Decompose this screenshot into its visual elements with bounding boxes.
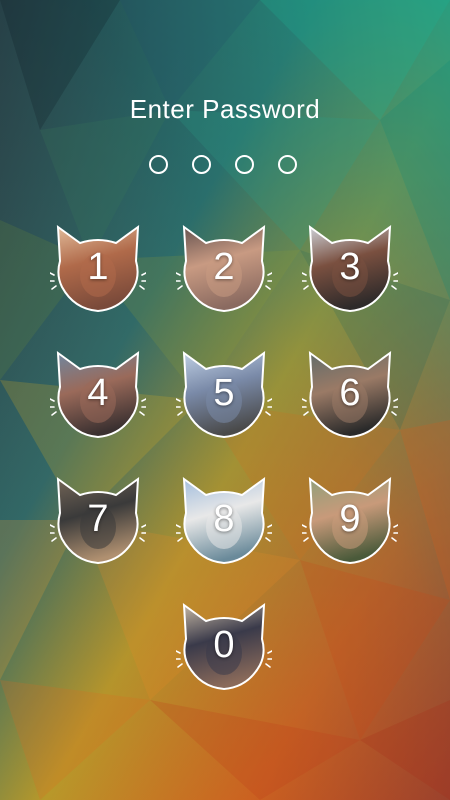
key-2[interactable]: 2 (176, 223, 272, 313)
pin-dot-1 (149, 155, 168, 174)
key-7-label: 7 (87, 498, 109, 540)
key-0[interactable]: 0 (176, 601, 272, 691)
pin-indicator (147, 155, 307, 179)
key-5-label: 5 (213, 372, 235, 414)
key-4[interactable]: 4 (50, 349, 146, 439)
key-5[interactable]: 5 (176, 349, 272, 439)
key-0-label: 0 (213, 624, 235, 666)
page-title: Enter Password (129, 94, 321, 124)
key-6[interactable]: 6 (302, 349, 398, 439)
key-9-label: 9 (339, 498, 361, 540)
key-1[interactable]: 1 (50, 223, 146, 313)
key-7[interactable]: 7 (50, 475, 146, 565)
key-3-label: 3 (339, 246, 361, 288)
key-3[interactable]: 3 (302, 223, 398, 313)
pin-dot-2 (192, 155, 211, 174)
key-1-label: 1 (87, 246, 109, 288)
key-8[interactable]: 8 (176, 475, 272, 565)
key-9[interactable]: 9 (302, 475, 398, 565)
key-2-label: 2 (213, 246, 235, 288)
key-4-label: 4 (87, 372, 109, 414)
pin-dot-4 (278, 155, 297, 174)
key-8-label: 8 (213, 498, 235, 540)
key-6-label: 6 (339, 372, 361, 414)
pin-dot-3 (235, 155, 254, 174)
